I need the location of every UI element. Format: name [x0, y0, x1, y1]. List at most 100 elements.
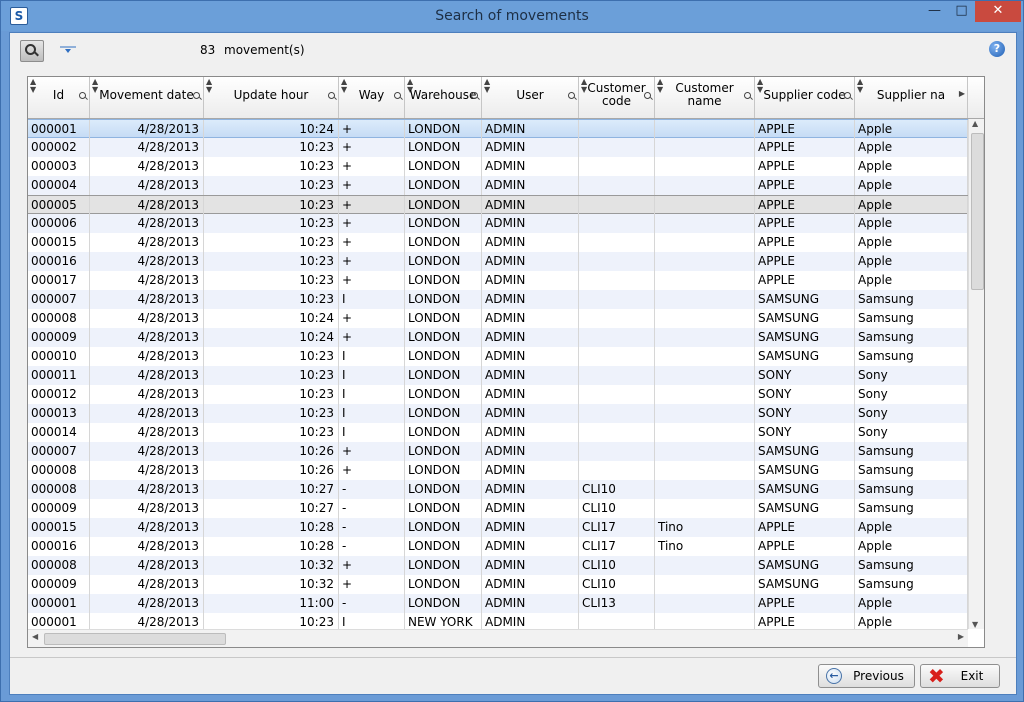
- cell-customer-name: Tino: [655, 518, 755, 537]
- cell-supplier-code: APPLE: [755, 214, 855, 233]
- cell-way: +: [339, 157, 405, 176]
- table-row[interactable]: 000013 4/28/2013 10:23 I LONDON ADMIN SONY Sony: [28, 404, 968, 423]
- table-row[interactable]: 000007 4/28/2013 10:26 + LONDON ADMIN SAMSUNG S…: [28, 442, 968, 461]
- column-header-label: Supplier code: [763, 88, 846, 102]
- column-search-icon[interactable]: [328, 92, 335, 99]
- table-row[interactable]: 000008 4/28/2013 10:27- LONDON ADMIN CLI10 SAM…: [28, 480, 968, 499]
- scroll-right-icon[interactable]: ▶: [958, 632, 964, 641]
- column-header-supplier-name[interactable]: ▲ ▼ Supplier na ▶: [855, 77, 968, 118]
- column-search-icon[interactable]: [844, 92, 851, 99]
- column-header-customer-name[interactable]: ▲ ▼ Customer name: [655, 77, 755, 118]
- cell-customer-name: [655, 423, 755, 442]
- cell-supplier-name: Apple: [855, 233, 968, 252]
- cell-customer-name: [655, 196, 755, 215]
- table-row[interactable]: 000015 4/28/2013 10:23 + LONDON ADMIN APPLE App…: [28, 233, 968, 252]
- table-row[interactable]: 000008 4/28/2013 10:32 + LONDON ADMIN CLI10 SAM…: [28, 556, 968, 575]
- table-row[interactable]: 000009 4/28/2013 10:27- LONDON ADMIN CLI10 SAM…: [28, 499, 968, 518]
- table-row[interactable]: 000008 4/28/2013 10:26 + LONDON ADMIN SAMSUNG S…: [28, 461, 968, 480]
- cell-customer-code: [579, 385, 655, 404]
- table-row[interactable]: 000001 4/28/2013 11:00- LONDON ADMIN CLI13 APP…: [28, 594, 968, 613]
- cell-update-hour: 10:23: [204, 385, 339, 404]
- column-search-icon[interactable]: [471, 92, 478, 99]
- horizontal-scrollbar[interactable]: ◀ ▶: [28, 629, 968, 647]
- cell-customer-code: CLI10: [579, 499, 655, 518]
- cell-movement-date: 4/28/2013: [90, 442, 204, 461]
- table-row[interactable]: 000002 4/28/2013 10:23 + LONDON ADMIN APPLE App…: [28, 138, 968, 157]
- column-header-supplier-code[interactable]: ▲ ▼ Supplier code: [755, 77, 855, 118]
- column-search-icon[interactable]: [744, 92, 751, 99]
- scroll-up-icon[interactable]: ▲: [972, 119, 978, 128]
- cell-movement-date: 4/28/2013: [90, 423, 204, 442]
- table-row[interactable]: 000012 4/28/2013 10:23 I LONDON ADMIN SONY Sony: [28, 385, 968, 404]
- table-row[interactable]: 000010 4/28/2013 10:23 I LONDON ADMIN SAMSUNG S…: [28, 347, 968, 366]
- minimize-button[interactable]: —: [921, 1, 948, 22]
- table-row[interactable]: 000007 4/28/2013 10:23 I LONDON ADMIN SAMSUNG S…: [28, 290, 968, 309]
- horizontal-scroll-thumb[interactable]: [44, 633, 226, 645]
- cell-user: ADMIN: [482, 499, 579, 518]
- column-search-icon[interactable]: [568, 92, 575, 99]
- column-search-icon[interactable]: [79, 92, 86, 99]
- cell-customer-name: [655, 480, 755, 499]
- cell-id: 000007: [28, 442, 90, 461]
- column-search-icon[interactable]: [394, 92, 401, 99]
- cell-warehouse: LONDON: [405, 176, 482, 195]
- column-header-customer-code[interactable]: ▲ ▼ Customer code: [579, 77, 655, 118]
- cell-supplier-name: Apple: [855, 138, 968, 157]
- table-row[interactable]: 000003 4/28/2013 10:23 + LONDON ADMIN APPLE App…: [28, 157, 968, 176]
- cell-supplier-code: SAMSUNG: [755, 290, 855, 309]
- table-row[interactable]: 000016 4/28/2013 10:28- LONDON ADMIN CLI17 Tin…: [28, 537, 968, 556]
- scroll-down-icon[interactable]: ▼: [972, 620, 978, 629]
- cell-movement-date: 4/28/2013: [90, 480, 204, 499]
- exit-button[interactable]: ✖ Exit: [920, 664, 1000, 688]
- help-icon[interactable]: ?: [989, 41, 1005, 57]
- cell-update-hour: 10:23: [204, 176, 339, 195]
- cell-update-hour: 10:27: [204, 480, 339, 499]
- cell-warehouse: LONDON: [405, 157, 482, 176]
- cell-movement-date: 4/28/2013: [90, 404, 204, 423]
- table-row[interactable]: 000014 4/28/2013 10:23 I LONDON ADMIN SONY Sony: [28, 423, 968, 442]
- column-header-movement-date[interactable]: ▲ ▼ Movement date: [90, 77, 204, 118]
- cell-update-hour: 10:32: [204, 575, 339, 594]
- table-row[interactable]: 000005 4/28/2013 10:23 + LONDON ADMIN APPLE App…: [28, 195, 968, 215]
- column-search-icon[interactable]: [193, 92, 200, 99]
- table-row[interactable]: 000006 4/28/2013 10:23 + LONDON ADMIN APPLE App…: [28, 214, 968, 233]
- close-button[interactable]: ✕: [975, 1, 1021, 22]
- column-search-icon[interactable]: [644, 92, 651, 99]
- cell-way: +: [339, 309, 405, 328]
- filter-dropdown-icon[interactable]: [60, 46, 76, 54]
- search-button[interactable]: [20, 40, 44, 62]
- table-row[interactable]: 000004 4/28/2013 10:23 + LONDON ADMIN APPLE App…: [28, 176, 968, 195]
- cell-supplier-name: Apple: [855, 214, 968, 233]
- column-header-way[interactable]: ▲ ▼ Way: [339, 77, 405, 118]
- scroll-left-icon[interactable]: ◀: [32, 632, 38, 641]
- cell-supplier-code: APPLE: [755, 138, 855, 157]
- table-row[interactable]: 000017 4/28/2013 10:23 + LONDON ADMIN APPLE App…: [28, 271, 968, 290]
- cell-way: +: [339, 575, 405, 594]
- table-row[interactable]: 000009 4/28/2013 10:24 + LONDON ADMIN SAMSUNG S…: [28, 328, 968, 347]
- cell-customer-code: [579, 233, 655, 252]
- cell-supplier-code: APPLE: [755, 233, 855, 252]
- table-row[interactable]: 000011 4/28/2013 10:23 I LONDON ADMIN SONY Sony: [28, 366, 968, 385]
- cell-movement-date: 4/28/2013: [90, 575, 204, 594]
- column-header-user[interactable]: ▲ ▼ User: [482, 77, 579, 118]
- vertical-scroll-thumb[interactable]: [971, 133, 984, 290]
- previous-button[interactable]: ← Previous: [818, 664, 915, 688]
- vertical-scrollbar[interactable]: ▲ ▼: [968, 119, 984, 629]
- cell-customer-name: [655, 404, 755, 423]
- column-header-id[interactable]: ▲ ▼ Id: [28, 77, 90, 118]
- cell-supplier-name: Apple: [855, 613, 968, 629]
- table-row[interactable]: 000001 4/28/2013 10:24 + LONDON ADMIN APPLE App…: [28, 119, 968, 139]
- title-bar[interactable]: S Search of movements — □ ✕: [1, 1, 1023, 31]
- header-scroll-right-icon[interactable]: ▶: [959, 89, 965, 98]
- table-row[interactable]: 000015 4/28/2013 10:28- LONDON ADMIN CLI17 Tin…: [28, 518, 968, 537]
- column-header-update-hour[interactable]: ▲ ▼ Update hour: [204, 77, 339, 118]
- cell-user: ADMIN: [482, 138, 579, 157]
- table-row[interactable]: 000008 4/28/2013 10:24 + LONDON ADMIN SAMSUNG S…: [28, 309, 968, 328]
- maximize-button[interactable]: □: [948, 1, 975, 22]
- cell-customer-name: [655, 461, 755, 480]
- column-header-warehouse[interactable]: ▲ ▼ Warehouse: [405, 77, 482, 118]
- table-row[interactable]: 000016 4/28/2013 10:23 + LONDON ADMIN APPLE App…: [28, 252, 968, 271]
- table-row[interactable]: 000001 4/28/2013 10:23 I NEW YORK ADMIN APPLE A…: [28, 613, 968, 629]
- cell-supplier-code: APPLE: [755, 537, 855, 556]
- table-row[interactable]: 000009 4/28/2013 10:32 + LONDON ADMIN CLI10 SAM…: [28, 575, 968, 594]
